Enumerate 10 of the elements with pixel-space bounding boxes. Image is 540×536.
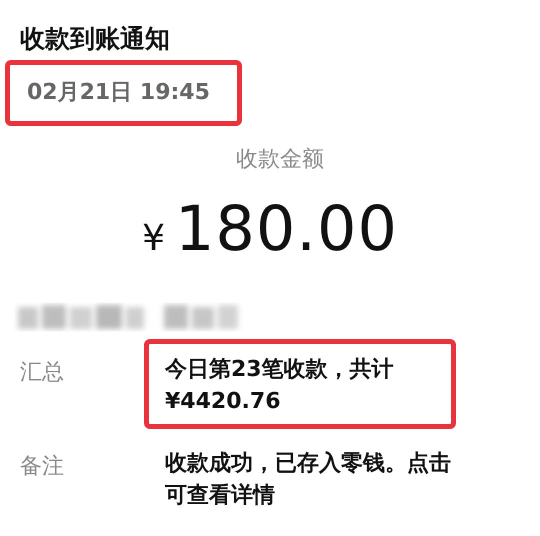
detail-text: 今日第23笔收款，共计	[165, 356, 395, 384]
amount-value: 180.00	[174, 192, 398, 265]
currency-symbol: ¥	[142, 218, 165, 259]
notification-title: 收款到账通知	[20, 23, 171, 55]
timestamp: 02月21日 19:45	[5, 60, 242, 126]
detail-label: 备注	[20, 453, 65, 481]
detail-text: 收款成功，已存入零钱。点击可查看详情	[165, 450, 452, 510]
amount-label: 收款金额	[235, 146, 325, 174]
detail-text: ¥4420.76	[165, 388, 282, 416]
detail-label: 汇总	[20, 359, 65, 387]
